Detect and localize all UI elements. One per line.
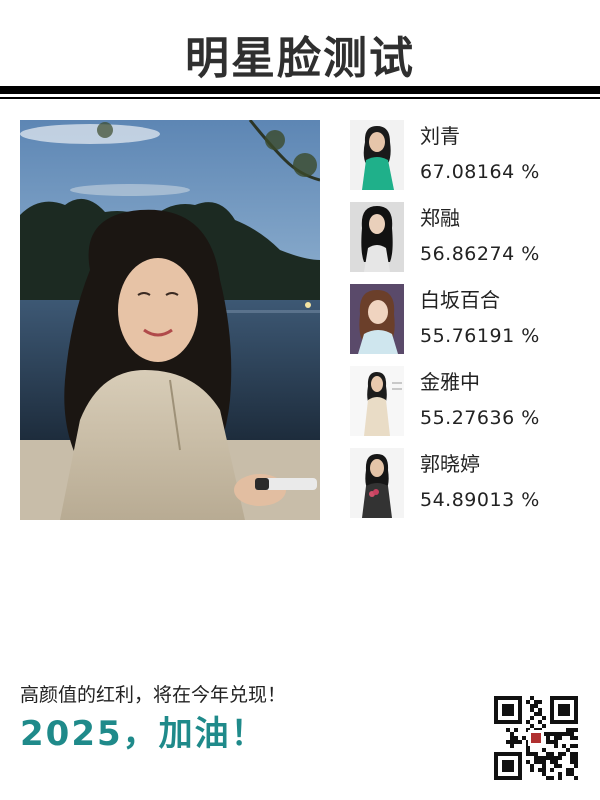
celebrity-portrait-icon [350,202,404,272]
similarity-score: 67.08164 % [420,161,540,183]
celebrity-portrait-icon [350,284,404,354]
header-divider-thick [0,86,600,94]
cheer-text: 2025，加油！ [20,714,267,754]
celebrity-portrait-icon [350,120,404,190]
uploaded-photo [20,120,320,520]
celebrity-name: 郭晓婷 [420,452,480,476]
celebrity-name: 郑融 [420,206,460,230]
header-divider-thin [0,97,600,99]
similarity-score: 54.89013 % [420,489,540,511]
match-result-item[interactable]: 刘青 67.08164 % [350,120,590,202]
celebrity-photo [350,366,404,436]
celebrity-photo [350,448,404,518]
slogan-text: 高颜值的红利，将在今年兑现！ [20,684,287,706]
match-results-list: 刘青 67.08164 % 郑融 56.86274 % 白坂百合 55.7619… [350,120,590,530]
celebrity-portrait-icon [350,448,404,518]
similarity-score: 56.86274 % [420,243,540,265]
celebrity-photo [350,120,404,190]
celebrity-name: 金雅中 [420,370,480,394]
celebrity-photo [350,284,404,354]
page-title: 明星脸测试 [185,33,415,84]
celebrity-name: 刘青 [420,124,460,148]
celebrity-name: 白坂百合 [420,288,500,312]
celebrity-photo [350,202,404,272]
match-result-item[interactable]: 郑融 56.86274 % [350,202,590,284]
portrait-photo-icon [20,120,320,520]
similarity-score: 55.27636 % [420,407,540,429]
celebrity-portrait-icon [350,366,404,436]
match-result-item[interactable]: 白坂百合 55.76191 % [350,284,590,366]
qr-code-icon[interactable] [494,696,578,780]
similarity-score: 55.76191 % [420,325,540,347]
match-result-item[interactable]: 金雅中 55.27636 % [350,366,590,448]
match-result-item[interactable]: 郭晓婷 54.89013 % [350,448,590,530]
